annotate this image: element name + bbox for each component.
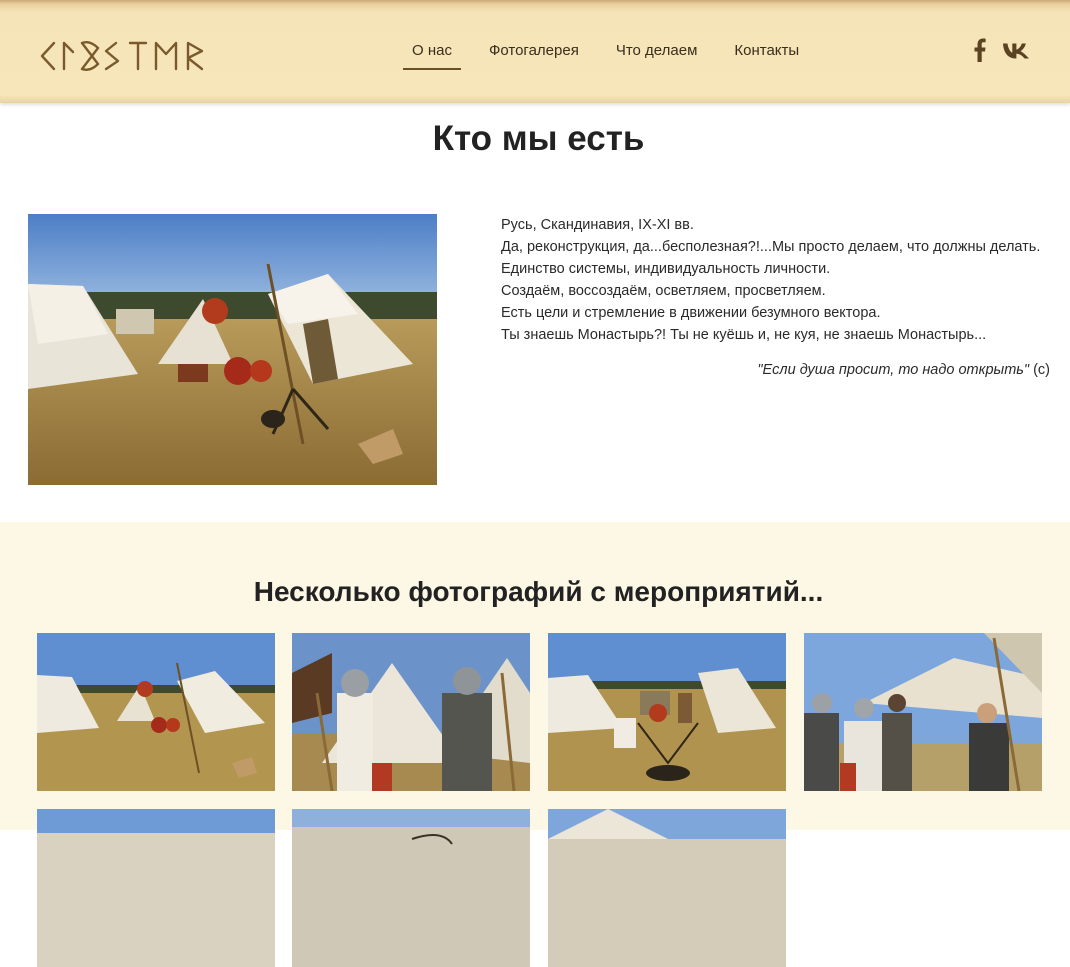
gallery-photo[interactable] <box>548 633 786 791</box>
logo[interactable] <box>40 40 222 72</box>
about-line: Создаём, воссоздаём, осветляем, просветл… <box>501 283 826 299</box>
gallery-section: Несколько фотографий с мероприятий... <box>0 522 1070 967</box>
main-nav: О нас Фотогалерея Что делаем Контакты <box>403 42 836 70</box>
gallery-photo[interactable] <box>37 633 275 791</box>
about-line: Есть цели и стремление в движении безумн… <box>501 305 881 321</box>
hero-photo[interactable] <box>28 214 437 485</box>
quote-text: "Если душа просит, то надо открыть" <box>757 362 1030 378</box>
about-line: Ты знаешь Монастырь?! Ты не куёшь и, не … <box>501 327 987 343</box>
about-line: Да, реконструкция, да...бесполезная?!...… <box>501 239 1041 255</box>
gallery-photo[interactable] <box>292 809 530 967</box>
about-text: Русь, Скандинавия, IX-XI вв. Да, реконст… <box>501 214 1061 346</box>
site-header: О нас Фотогалерея Что делаем Контакты <box>0 0 1070 103</box>
gallery-photo[interactable] <box>292 633 530 791</box>
vk-icon[interactable] <box>1002 42 1030 59</box>
nav-item-about[interactable]: О нас <box>403 42 461 70</box>
gallery-photo[interactable] <box>804 633 1042 791</box>
quote: "Если душа просит, то надо открыть" (c) <box>757 362 1050 378</box>
gallery-photo[interactable] <box>548 809 786 967</box>
social-links <box>974 38 1030 62</box>
quote-suffix: (c) <box>1029 362 1050 378</box>
nav-item-gallery[interactable]: Фотогалерея <box>489 42 579 69</box>
about-line: Единство системы, индивидуальность лично… <box>501 261 831 277</box>
gallery-photo[interactable] <box>37 809 275 967</box>
nav-item-contacts[interactable]: Контакты <box>734 42 799 69</box>
gallery-title: Несколько фотографий с мероприятий... <box>253 576 824 607</box>
facebook-icon[interactable] <box>974 38 986 62</box>
page-title: Кто мы есть <box>432 119 645 158</box>
about-line: Русь, Скандинавия, IX-XI вв. <box>501 217 694 233</box>
nav-item-what-we-do[interactable]: Что делаем <box>616 42 698 69</box>
